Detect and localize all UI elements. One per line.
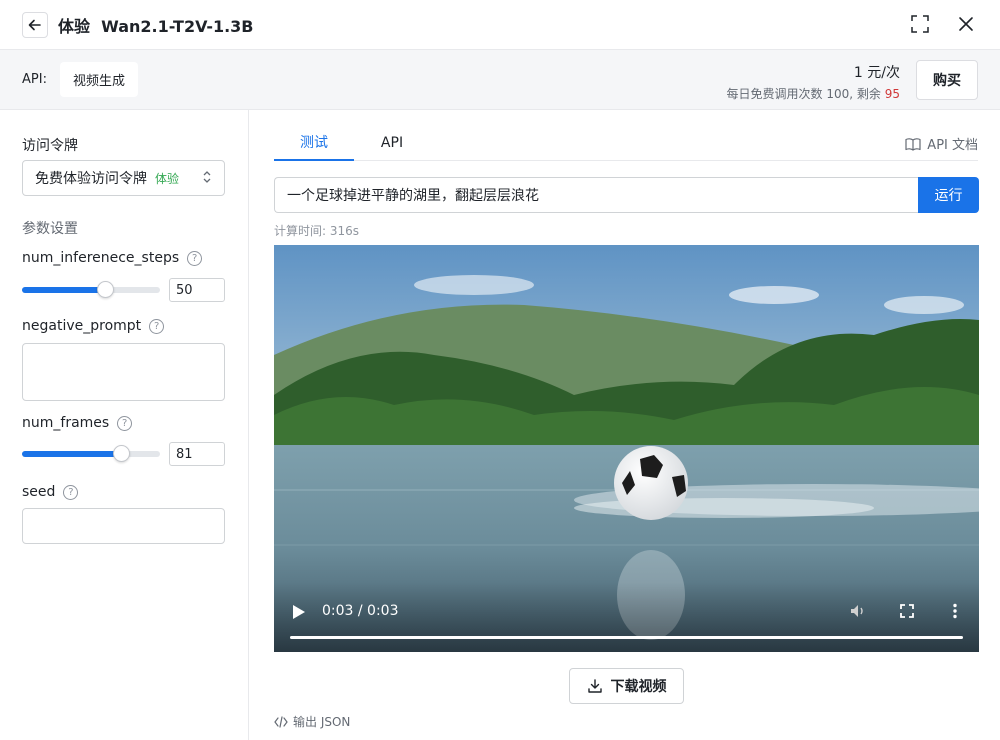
download-icon: [587, 679, 602, 693]
param-negative-label: negative_prompt ?: [22, 318, 165, 334]
param-frames-name: num_frames: [22, 415, 110, 431]
title-prefix: 体验: [58, 16, 91, 36]
param-seed-label: seed ?: [22, 484, 79, 500]
slider-fill: [22, 451, 122, 457]
api-type-tag: 视频生成: [60, 62, 139, 97]
slider-thumb[interactable]: [96, 281, 114, 298]
prompt-input[interactable]: 一个足球掉进平静的湖里，翻起层层浪花: [274, 177, 919, 213]
negative-prompt-textarea[interactable]: [22, 343, 225, 401]
steps-slider[interactable]: [22, 281, 160, 298]
param-seed-name: seed: [22, 484, 56, 500]
volume-icon[interactable]: [849, 602, 867, 620]
download-label: 下载视频: [610, 679, 667, 695]
video-controls: 0:03 / 0:03: [274, 582, 979, 652]
close-icon: [959, 17, 973, 31]
slider-thumb[interactable]: [113, 445, 131, 462]
tab-api[interactable]: API: [354, 124, 430, 161]
param-frames-label: num_frames ?: [22, 415, 133, 431]
quota-label: 每日免费调用次数 100, 剩余: [726, 87, 881, 101]
page-title: 体验 Wan2.1-T2V-1.3B: [58, 13, 254, 37]
more-vertical-icon[interactable]: [946, 602, 964, 620]
quota-remaining: 95: [884, 87, 900, 101]
slider-fill: [22, 287, 105, 293]
fullscreen-button[interactable]: [908, 12, 932, 36]
video-time: 0:03 / 0:03: [322, 603, 399, 619]
params-panel: 访问令牌 免费体验访问令牌 体验 参数设置 num_inferenece_ste…: [0, 110, 249, 740]
api-docs-label: API 文档: [927, 138, 978, 153]
video-player[interactable]: 0:03 / 0:03: [274, 245, 979, 652]
code-icon: [274, 715, 288, 728]
seed-input[interactable]: [22, 508, 225, 544]
param-steps-name: num_inferenece_steps: [22, 250, 180, 266]
back-button[interactable]: [22, 11, 48, 38]
frames-slider[interactable]: [22, 445, 160, 462]
token-tag: 体验: [155, 171, 180, 186]
steps-input[interactable]: 50: [169, 278, 225, 302]
help-icon[interactable]: ?: [149, 318, 165, 334]
model-name: Wan2.1-T2V-1.3B: [101, 16, 254, 36]
tab-bar: 测试 API: [274, 124, 978, 161]
chevron-updown-icon: [202, 170, 212, 187]
token-value: 免费体验访问令牌: [35, 171, 147, 187]
token-label: 访问令牌: [22, 138, 78, 154]
token-select[interactable]: 免费体验访问令牌 体验: [22, 160, 225, 196]
fullscreen-icon: [911, 15, 929, 33]
output-json-link[interactable]: 输出 JSON: [274, 713, 350, 730]
book-icon: [905, 137, 921, 151]
fullscreen-icon[interactable]: [898, 602, 916, 620]
help-icon[interactable]: ?: [187, 250, 203, 266]
param-negative-name: negative_prompt: [22, 318, 142, 334]
output-json-label: 输出 JSON: [293, 715, 351, 729]
api-docs-link[interactable]: API 文档: [905, 134, 978, 153]
api-label: API:: [22, 72, 47, 87]
video-progress-bar[interactable]: [290, 636, 963, 639]
tab-test[interactable]: 测试: [274, 124, 354, 161]
play-icon[interactable]: [292, 604, 306, 620]
param-steps-label: num_inferenece_steps ?: [22, 250, 203, 266]
close-button[interactable]: [954, 12, 978, 36]
frames-input[interactable]: 81: [169, 442, 225, 466]
header: 体验 Wan2.1-T2V-1.3B: [0, 0, 1000, 50]
help-icon[interactable]: ?: [117, 415, 133, 431]
pricing-info: 1 元/次 每日免费调用次数 100, 剩余 95: [727, 62, 900, 102]
api-bar: API: 视频生成 1 元/次 每日免费调用次数 100, 剩余 95 购买: [0, 50, 1000, 110]
quota-text: 每日免费调用次数 100, 剩余 95: [727, 85, 900, 102]
run-button[interactable]: 运行: [918, 177, 979, 213]
buy-button[interactable]: 购买: [916, 60, 978, 100]
download-video-button[interactable]: 下载视频: [569, 668, 684, 704]
help-icon[interactable]: ?: [63, 484, 79, 500]
params-title: 参数设置: [22, 221, 78, 237]
calc-time: 计算时间: 316s: [274, 224, 360, 238]
price-text: 1 元/次: [853, 65, 900, 81]
arrow-left-icon: [28, 19, 41, 30]
